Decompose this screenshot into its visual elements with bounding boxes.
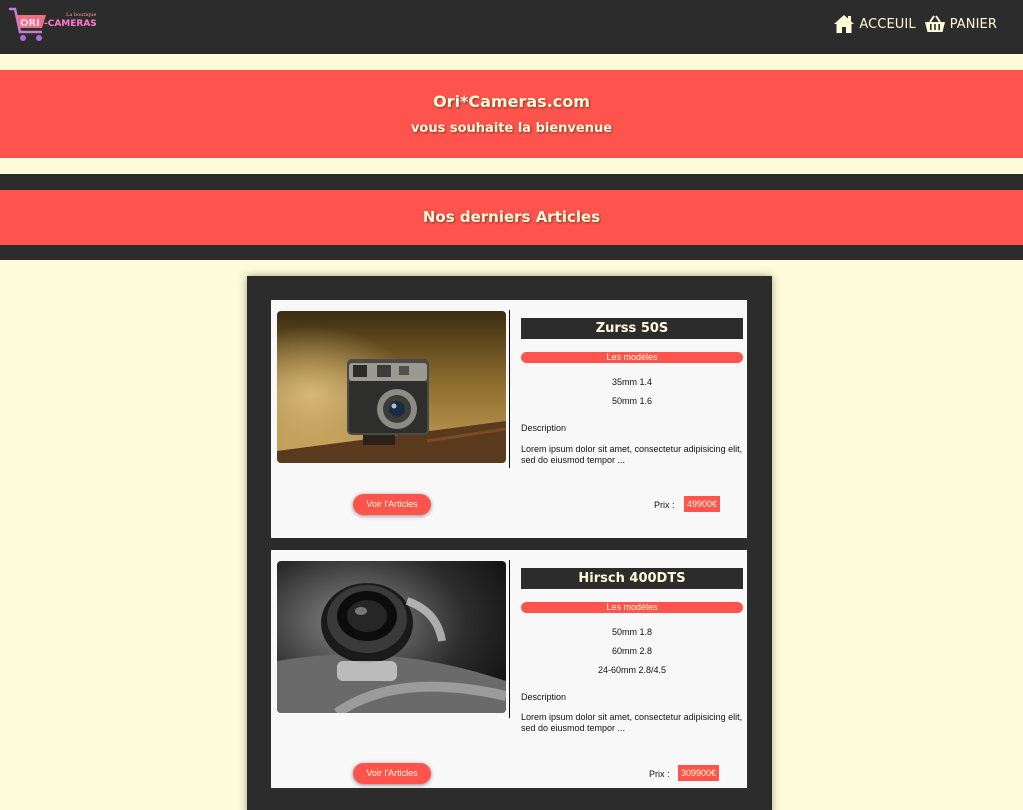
- models-list: 35mm 1.4 50mm 1.6: [521, 376, 743, 414]
- top-navbar: ORI -CAMERAS La boutique ACCEUIL PANIER: [0, 0, 1023, 54]
- model-item: 35mm 1.4: [611, 377, 653, 387]
- view-article-button[interactable]: Voir l'Articles: [353, 494, 431, 515]
- site-title: Ori*Cameras.com: [433, 92, 590, 111]
- section-header: Nos derniers Articles: [0, 174, 1023, 260]
- article-image[interactable]: [277, 561, 506, 713]
- svg-text:La boutique: La boutique: [66, 12, 96, 18]
- divider: [509, 560, 510, 718]
- description-text: Lorem ipsum dolor sit amet, consectetur …: [521, 712, 743, 733]
- description-label: Description: [521, 692, 567, 702]
- model-item: 60mm 2.8: [611, 646, 653, 656]
- articles-container: Zurss 50S Les modèles 35mm 1.4 50mm 1.6 …: [247, 276, 772, 810]
- nav-panier[interactable]: PANIER: [924, 14, 997, 34]
- nav-accueil-label: ACCEUIL: [859, 16, 916, 32]
- models-label: Les modèles: [521, 352, 743, 363]
- site-logo[interactable]: ORI -CAMERAS La boutique: [6, 4, 106, 44]
- model-item: 24-60mm 2.8/4.5: [597, 665, 667, 675]
- description-text: Lorem ipsum dolor sit amet, consectetur …: [521, 444, 743, 465]
- article-card: Zurss 50S Les modèles 35mm 1.4 50mm 1.6 …: [271, 300, 747, 538]
- main-nav: ACCEUIL PANIER: [825, 14, 997, 34]
- models-label: Les modèles: [521, 602, 743, 613]
- welcome-banner: Ori*Cameras.com vous souhaite la bienven…: [0, 70, 1023, 158]
- price-badge: 309900€: [678, 765, 720, 781]
- basket-icon: [924, 14, 946, 34]
- welcome-subtitle: vous souhaite la bienvenue: [410, 121, 613, 136]
- article-image[interactable]: [277, 311, 506, 463]
- view-article-button[interactable]: Voir l'Articles: [353, 763, 431, 784]
- article-name: Hirsch 400DTS: [521, 568, 743, 589]
- price-label: Prix :: [649, 769, 670, 779]
- description-label: Description: [521, 423, 567, 433]
- section-title: Nos derniers Articles: [0, 190, 1023, 245]
- svg-text:-CAMERAS: -CAMERAS: [44, 19, 97, 29]
- model-item: 50mm 1.6: [611, 396, 653, 406]
- nav-accueil[interactable]: ACCEUIL: [833, 14, 916, 34]
- divider: [509, 310, 510, 468]
- models-list: 50mm 1.8 60mm 2.8 24-60mm 2.8/4.5: [521, 626, 743, 683]
- home-icon: [833, 14, 855, 34]
- price-badge: 49900€: [684, 496, 721, 512]
- cart-logo-icon: ORI -CAMERAS La boutique: [9, 7, 97, 41]
- article-card: Hirsch 400DTS Les modèles 50mm 1.8 60mm …: [271, 550, 747, 788]
- nav-panier-label: PANIER: [949, 16, 997, 32]
- price-label: Prix :: [654, 500, 675, 510]
- article-name: Zurss 50S: [521, 318, 743, 339]
- model-item: 50mm 1.8: [611, 627, 653, 637]
- svg-text:ORI: ORI: [20, 18, 40, 29]
